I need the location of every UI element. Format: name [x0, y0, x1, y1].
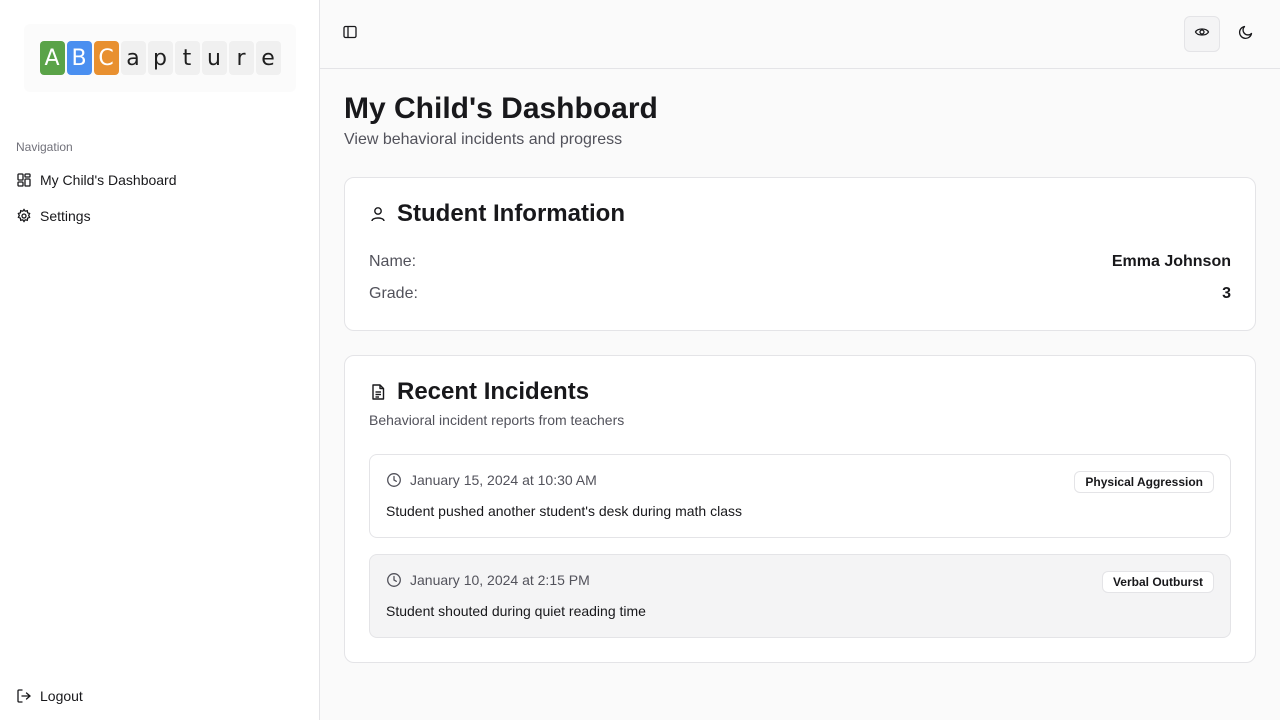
logo-tile: A — [39, 41, 65, 75]
sidebar-toggle-button[interactable] — [338, 22, 362, 46]
eye-icon — [1194, 24, 1210, 45]
app-logo[interactable]: A B C a p t u r e — [24, 24, 296, 92]
student-name-row: Name: Emma Johnson — [369, 253, 1231, 271]
document-icon — [369, 382, 389, 402]
logo-tile: e — [255, 41, 281, 75]
gear-icon — [16, 208, 32, 224]
logout-button[interactable]: Logout — [8, 680, 312, 712]
page-subtitle: View behavioral incidents and progress — [344, 131, 623, 148]
grade-value: 3 — [1222, 285, 1231, 302]
logo-tile: a — [120, 41, 146, 75]
student-info-card: Student Information Name: Emma Johnson G… — [344, 177, 1256, 331]
logout-icon — [16, 688, 32, 704]
panel-left-icon — [342, 24, 358, 45]
incident-date: January 10, 2024 at 2:15 PM — [386, 572, 590, 588]
incident-description: Student pushed another student's desk du… — [386, 503, 743, 519]
incident-date-text: January 10, 2024 at 2:15 PM — [410, 572, 590, 588]
sidebar-item-settings[interactable]: Settings — [8, 200, 312, 232]
logo-tile: B — [66, 41, 92, 75]
user-icon — [369, 204, 389, 224]
view-mode-button[interactable] — [1184, 16, 1220, 52]
sidebar-item-dashboard[interactable]: My Child's Dashboard — [8, 164, 312, 196]
logo-tile: u — [201, 41, 227, 75]
logo-tile: p — [147, 41, 173, 75]
incident-item[interactable]: January 10, 2024 at 2:15 PM Verbal Outbu… — [369, 554, 1231, 638]
logo-tiles: A B C a p t u r e — [39, 41, 281, 75]
name-label: Name: — [369, 253, 417, 270]
incident-type-badge: Physical Aggression — [1074, 471, 1214, 493]
card-title-text: Student Information — [397, 200, 625, 227]
sidebar: A B C a p t u r e Navigation My Child's … — [0, 0, 320, 720]
card-title: Student Information — [369, 200, 625, 228]
layout-dashboard-icon — [16, 172, 32, 188]
recent-incidents-card: Recent Incidents Behavioral incident rep… — [344, 355, 1256, 663]
incident-description: Student shouted during quiet reading tim… — [386, 603, 646, 619]
clock-icon — [386, 572, 402, 588]
moon-icon — [1238, 24, 1254, 45]
top-bar — [320, 0, 1280, 69]
logout-label: Logout — [40, 688, 83, 704]
nav-section-label: Navigation — [16, 140, 73, 154]
student-grade-row: Grade: 3 — [369, 285, 1231, 303]
logo-tile: r — [228, 41, 254, 75]
card-title-text: Recent Incidents — [397, 378, 590, 405]
clock-icon — [386, 472, 402, 488]
incident-date: January 15, 2024 at 10:30 AM — [386, 472, 597, 488]
logo-tile: C — [93, 41, 119, 75]
card-description: Behavioral incident reports from teacher… — [369, 412, 625, 428]
name-value: Emma Johnson — [1111, 253, 1231, 270]
card-title: Recent Incidents — [369, 378, 589, 406]
logo-tile: t — [174, 41, 200, 75]
incident-item[interactable]: January 15, 2024 at 10:30 AM Physical Ag… — [369, 454, 1231, 538]
incident-date-text: January 15, 2024 at 10:30 AM — [410, 472, 597, 488]
sidebar-item-label: My Child's Dashboard — [40, 172, 177, 188]
grade-label: Grade: — [369, 285, 418, 302]
sidebar-item-label: Settings — [40, 208, 91, 224]
theme-toggle-button[interactable] — [1228, 16, 1264, 52]
incident-type-badge: Verbal Outburst — [1101, 571, 1214, 593]
page-title: My Child's Dashboard — [344, 92, 658, 125]
